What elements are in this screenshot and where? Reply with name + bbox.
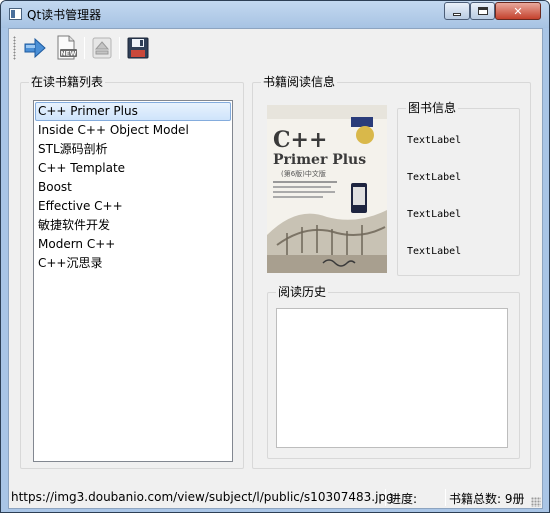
book-list[interactable]: C++ Primer Plus Inside C++ Object Model … (33, 100, 233, 462)
reading-list-title: 在读书籍列表 (29, 75, 106, 89)
client-area: NEW 在读书籍列表 C++ Primer Plus Inside C++ Ob… (8, 28, 543, 509)
title-bar[interactable]: Qt读书管理器 ✕ (1, 1, 549, 28)
toolbar-grip[interactable] (13, 36, 16, 60)
open-button[interactable] (21, 34, 49, 62)
eject-icon (92, 37, 112, 59)
app-icon (9, 8, 22, 20)
toolbar-separator (84, 37, 85, 59)
cover-art: C++ Primer Plus (第6版)中文版 (267, 105, 387, 273)
size-grip[interactable] (531, 497, 541, 507)
book-info-label: TextLabel (407, 172, 462, 183)
window-title: Qt读书管理器 (27, 8, 102, 22)
book-info-label: TextLabel (407, 209, 462, 220)
list-item[interactable]: Inside C++ Object Model (34, 121, 232, 140)
reading-history-title: 阅读历史 (276, 285, 329, 299)
list-item[interactable]: C++沉思录 (34, 254, 232, 273)
close-button[interactable]: ✕ (495, 2, 541, 20)
reading-history-text[interactable] (276, 308, 508, 448)
save-icon (127, 37, 149, 59)
status-separator (385, 489, 386, 506)
close-icon: ✕ (513, 4, 523, 18)
book-cover-image: C++ Primer Plus (第6版)中文版 (267, 105, 387, 273)
new-button[interactable]: NEW (52, 34, 80, 62)
maximize-icon (477, 7, 488, 15)
toolbar: NEW (9, 29, 542, 65)
status-progress: 进度: (389, 492, 418, 506)
list-item[interactable]: C++ Template (34, 159, 232, 178)
list-item[interactable]: Modern C++ (34, 235, 232, 254)
status-total: 书籍总数: 9册 (449, 492, 525, 506)
main-window: Qt读书管理器 ✕ NEW 在读书籍列表 C++ Primer Plus Ins… (0, 0, 550, 513)
cover-title-line3: (第6版)中文版 (281, 169, 326, 178)
status-url: https://img3.doubanio.com/view/subject/l… (11, 490, 394, 504)
cover-title-line2: Primer Plus (273, 152, 366, 168)
new-document-icon: NEW (57, 35, 77, 60)
book-info-label: TextLabel (407, 246, 462, 257)
maximize-button[interactable] (470, 2, 495, 20)
new-badge-label: NEW (61, 51, 77, 58)
cover-title-line1: C++ (273, 127, 327, 153)
minimize-icon (453, 12, 461, 16)
minimize-button[interactable] (444, 2, 470, 20)
arrow-right-icon (24, 37, 46, 59)
list-item[interactable]: STL源码剖析 (34, 140, 232, 159)
eject-button[interactable] (88, 34, 116, 62)
save-button[interactable] (124, 34, 152, 62)
list-item[interactable]: C++ Primer Plus (35, 102, 231, 121)
list-item[interactable]: Effective C++ (34, 197, 232, 216)
book-info-label: TextLabel (407, 135, 462, 146)
list-item[interactable]: 敏捷软件开发 (34, 216, 232, 235)
reading-info-title: 书籍阅读信息 (261, 75, 338, 89)
toolbar-separator (119, 37, 120, 59)
status-separator (445, 489, 446, 506)
status-bar: https://img3.doubanio.com/view/subject/l… (9, 487, 542, 508)
book-info-title: 图书信息 (406, 101, 459, 115)
list-item[interactable]: Boost (34, 178, 232, 197)
